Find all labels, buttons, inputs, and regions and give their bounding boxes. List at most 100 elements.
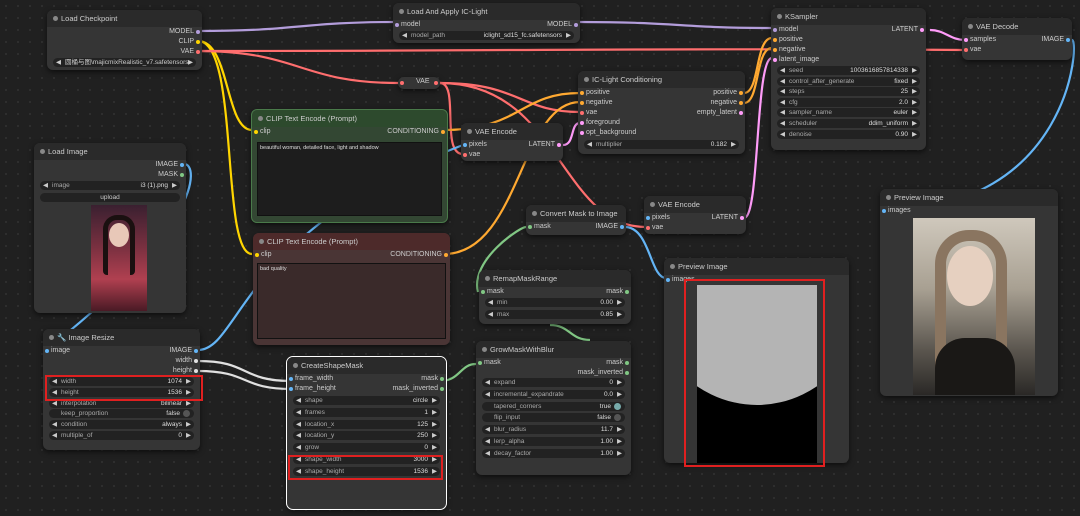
- multiplier-widget[interactable]: ◀ multiplier 0.182 ▶: [584, 140, 739, 149]
- vae-input[interactable]: vae: [652, 223, 663, 233]
- mask-output-dot[interactable]: [625, 290, 629, 294]
- preview-image-node[interactable]: Preview Image images: [880, 189, 1058, 396]
- left-arrow-icon[interactable]: ◀: [296, 431, 301, 440]
- ksampler-node[interactable]: KSampler model LATENT positive negative l…: [771, 8, 926, 150]
- left-arrow-icon[interactable]: ◀: [52, 420, 57, 429]
- widget-denoise[interactable]: ◀ denoise 0.90 ▶: [777, 129, 920, 139]
- model-output[interactable]: MODEL: [547, 20, 572, 30]
- mask-input-dot[interactable]: [478, 361, 482, 365]
- right-arrow-icon[interactable]: ▶: [912, 66, 917, 75]
- frame-height-input-dot[interactable]: [289, 387, 293, 391]
- node-title[interactable]: VAE Encode: [461, 123, 563, 140]
- left-arrow-icon[interactable]: ◀: [485, 449, 490, 458]
- left-arrow-icon[interactable]: ◀: [488, 310, 493, 319]
- widget-shape-height[interactable]: ◀ shape_height 1536 ▶: [293, 466, 440, 476]
- load-checkpoint-node[interactable]: Load Checkpoint MODEL CLIP VAE ◀ 圆桶与图\ma…: [47, 10, 202, 70]
- right-arrow-icon[interactable]: ▶: [186, 431, 191, 440]
- height-output[interactable]: height: [173, 366, 192, 376]
- model-path-combo[interactable]: ◀ model_path iclight_sd15_fc.safetensors…: [399, 31, 574, 40]
- pixels-input[interactable]: pixels: [469, 140, 487, 150]
- left-arrow-icon[interactable]: ◀: [296, 396, 301, 405]
- left-arrow-icon[interactable]: ◀: [296, 420, 301, 429]
- samples-input[interactable]: samples: [970, 35, 996, 45]
- widget-location-y[interactable]: ◀ location_y 250 ▶: [293, 431, 440, 441]
- positive-input-dot[interactable]: [773, 38, 777, 42]
- images-input[interactable]: images: [672, 275, 695, 285]
- mask-output-dot[interactable]: [180, 173, 184, 177]
- mask-inverted-output[interactable]: mask_inverted: [577, 368, 623, 378]
- height-output-dot[interactable]: [194, 369, 198, 373]
- right-arrow-icon[interactable]: ▶: [912, 108, 917, 117]
- images-input-dot[interactable]: [882, 209, 886, 213]
- latent-output-dot[interactable]: [920, 28, 924, 32]
- right-arrow-icon[interactable]: ▶: [617, 390, 622, 399]
- widget-lerp-alpha[interactable]: ◀ lerp_alpha 1.00 ▶: [482, 437, 625, 446]
- remap-mask-range-node[interactable]: RemapMaskRange mask mask ◀ min 0.00 ▶ ◀ m…: [479, 270, 631, 324]
- positive-input-dot[interactable]: [580, 91, 584, 95]
- toggle-icon[interactable]: [614, 402, 621, 410]
- widget-incremental-expandrate[interactable]: ◀ incremental_expandrate 0.0 ▶: [482, 389, 625, 399]
- conditioning-output-dot[interactable]: [441, 130, 445, 134]
- left-arrow-icon[interactable]: ◀: [52, 388, 57, 397]
- image-output[interactable]: IMAGE: [155, 160, 178, 170]
- left-arrow-icon[interactable]: ◀: [485, 390, 490, 399]
- vae-reroute-node[interactable]: VAE: [398, 77, 440, 89]
- widget-seed[interactable]: ◀ seed 1003616857814338 ▶: [777, 66, 920, 75]
- vae-input-dot[interactable]: [463, 153, 467, 157]
- left-arrow-icon[interactable]: ◀: [296, 455, 301, 464]
- node-title[interactable]: Preview Image: [880, 189, 1058, 206]
- negative-output-dot[interactable]: [739, 101, 743, 105]
- vae-encode-node[interactable]: VAE Encode pixels LATENT vae: [461, 123, 563, 161]
- left-arrow-icon[interactable]: ◀: [52, 399, 57, 408]
- frame-height-input[interactable]: frame_height: [295, 384, 336, 394]
- widget-scheduler[interactable]: ◀ scheduler ddim_uniform ▶: [777, 119, 920, 128]
- mask-inverted-output-dot[interactable]: [625, 371, 629, 375]
- widget-keep-proportion[interactable]: keep_proportion false: [49, 409, 194, 419]
- left-arrow-icon[interactable]: ◀: [296, 443, 301, 452]
- right-arrow-icon[interactable]: ▶: [432, 443, 437, 452]
- toggle-icon[interactable]: [183, 410, 190, 418]
- right-arrow-icon[interactable]: ▶: [188, 58, 193, 67]
- right-arrow-icon[interactable]: ▶: [912, 130, 917, 139]
- width-output[interactable]: width: [176, 356, 192, 366]
- vae-input[interactable]: vae: [586, 108, 597, 118]
- right-arrow-icon[interactable]: ▶: [617, 437, 622, 446]
- min-widget[interactable]: ◀ min 0.00 ▶: [485, 298, 625, 307]
- right-arrow-icon[interactable]: ▶: [617, 425, 622, 434]
- model-output-dot[interactable]: [196, 30, 200, 34]
- model-input-dot[interactable]: [773, 28, 777, 32]
- image-output[interactable]: IMAGE: [1041, 35, 1064, 45]
- right-arrow-icon[interactable]: ▶: [912, 77, 917, 86]
- foreground-input[interactable]: foreground: [586, 118, 620, 128]
- mask-output-dot[interactable]: [440, 377, 444, 381]
- node-title[interactable]: IC-Light Conditioning: [578, 71, 745, 88]
- widget-interpolation[interactable]: ◀ interpolation bilinear ▶: [49, 398, 194, 408]
- right-arrow-icon[interactable]: ▶: [432, 431, 437, 440]
- node-title[interactable]: KSampler: [771, 8, 926, 25]
- right-arrow-icon[interactable]: ▶: [912, 119, 917, 128]
- left-arrow-icon[interactable]: ◀: [43, 181, 48, 190]
- right-arrow-icon[interactable]: ▶: [186, 399, 191, 408]
- widget-frames[interactable]: ◀ frames 1 ▶: [293, 407, 440, 417]
- right-arrow-icon[interactable]: ▶: [172, 181, 177, 190]
- widget-width[interactable]: ◀ width 1074 ▶: [49, 377, 194, 386]
- latent-image-input[interactable]: latent_image: [779, 55, 819, 65]
- positive-output-dot[interactable]: [739, 91, 743, 95]
- mask-input[interactable]: mask: [487, 287, 504, 297]
- vae-output-dot[interactable]: [196, 50, 200, 54]
- clip-text-encode-negative-node[interactable]: CLIP Text Encode (Prompt) clip CONDITIONI…: [253, 233, 450, 345]
- negative-output[interactable]: negative: [711, 98, 737, 108]
- right-arrow-icon[interactable]: ▶: [912, 87, 917, 96]
- clip-input-dot[interactable]: [254, 130, 258, 134]
- widget-shape[interactable]: ◀ shape circle ▶: [293, 396, 440, 405]
- node-title[interactable]: CLIP Text Encode (Prompt): [253, 233, 450, 250]
- prompt-textarea[interactable]: beautiful woman, detailed face, light an…: [257, 142, 442, 216]
- node-title[interactable]: Preview Image: [664, 258, 849, 275]
- right-arrow-icon[interactable]: ▶: [186, 377, 191, 386]
- widget-shape-width[interactable]: ◀ shape_width 3000 ▶: [293, 455, 440, 464]
- mask-inverted-output-dot[interactable]: [440, 387, 444, 391]
- image-input-dot[interactable]: [45, 349, 49, 353]
- node-title[interactable]: Convert Mask to Image: [526, 205, 626, 222]
- mask-input[interactable]: mask: [534, 222, 551, 232]
- vae-input-dot[interactable]: [964, 48, 968, 52]
